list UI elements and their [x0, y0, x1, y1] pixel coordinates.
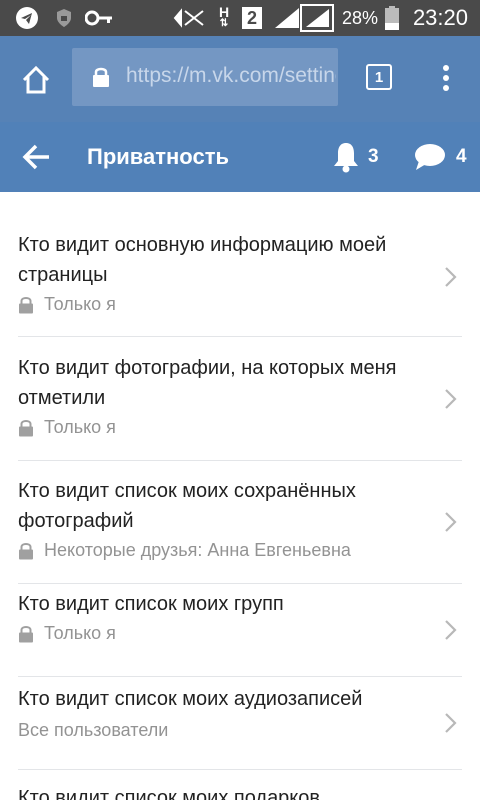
list-item[interactable]: Кто видит фотографии, на которых меня от…	[0, 337, 480, 460]
setting-title: Кто видит список моих сохранённых фотогр…	[18, 480, 356, 532]
telegram-icon	[14, 6, 40, 30]
chat-bubble-icon	[415, 144, 445, 170]
clock-time: 23:20	[412, 5, 468, 30]
setting-value-text: Все пользователи	[18, 720, 169, 740]
setting-title: Кто видит список моих аудиозаписей	[18, 688, 363, 710]
lock-icon	[92, 66, 110, 93]
setting-title: Кто видит фотографии, на которых меня от…	[18, 357, 397, 409]
chevron-right-icon	[445, 713, 457, 733]
signal-icon	[272, 6, 302, 30]
battery-percent: 28%	[342, 8, 379, 28]
chevron-right-icon	[445, 389, 457, 409]
messages-button[interactable]: 4	[414, 140, 467, 174]
list-item[interactable]: Кто видит список моих групп Только я	[0, 583, 480, 676]
menu-dots-icon[interactable]	[436, 62, 456, 96]
signal-icon	[300, 4, 334, 32]
list-item[interactable]: Кто видит список моих сохранённых фотогр…	[0, 460, 480, 583]
lock-icon	[18, 625, 34, 643]
browser-toolbar: https://m.vk.com/settings 1	[0, 36, 480, 122]
chevron-right-icon	[445, 620, 457, 640]
back-button[interactable]	[20, 140, 54, 174]
setting-value-text: Только я	[44, 294, 116, 314]
setting-value: Некоторые друзья: Анна Евгеньевна	[18, 540, 351, 561]
list-item[interactable]: Кто видит основную информацию моей стран…	[0, 192, 480, 337]
messages-count: 4	[456, 146, 467, 167]
vk-header: Приватность 3 4	[0, 122, 480, 192]
setting-value-text: Некоторые друзья: Анна Евгеньевна	[44, 540, 351, 560]
sim-number: 2	[242, 7, 262, 29]
list-item[interactable]: Кто видит список моих аудиозаписей Все п…	[0, 676, 480, 769]
url-text: https://m.vk.com/settings	[126, 64, 336, 87]
setting-title: Кто видит список моих подарков	[18, 787, 321, 800]
home-icon	[22, 65, 50, 94]
network-h-icon: H ⇅	[218, 4, 230, 29]
battery-icon	[384, 6, 400, 30]
key-icon	[84, 6, 114, 30]
setting-title: Кто видит основную информацию моей стран…	[18, 234, 387, 286]
page-title: Приватность	[87, 144, 229, 169]
chevron-right-icon	[445, 512, 457, 532]
setting-value: Только я	[18, 623, 116, 644]
sim-2-icon: 2	[240, 6, 264, 30]
lock-icon	[18, 419, 34, 437]
status-bar: H ⇅ 2 28% 23:20	[0, 0, 480, 36]
url-bar[interactable]: https://m.vk.com/settings	[72, 48, 338, 106]
back-arrow-icon	[22, 144, 49, 170]
setting-title: Кто видит список моих групп	[18, 593, 284, 615]
bell-icon	[334, 143, 358, 173]
home-button[interactable]	[16, 60, 56, 100]
setting-value: Только я	[18, 294, 116, 315]
notifications-count: 3	[368, 146, 379, 167]
lock-icon	[18, 542, 34, 560]
notifications-button[interactable]: 3	[332, 140, 379, 174]
setting-value: Все пользователи	[18, 720, 168, 741]
setting-value-text: Только я	[44, 417, 116, 437]
lock-icon	[18, 296, 34, 314]
chevron-right-icon	[445, 267, 457, 287]
tab-switcher-button[interactable]: 1	[366, 64, 392, 90]
privacy-settings-list: Кто видит основную информацию моей стран…	[0, 192, 480, 800]
setting-value: Только я	[18, 417, 116, 438]
shield-icon	[54, 6, 74, 30]
list-item[interactable]: Кто видит список моих подарков	[0, 769, 480, 800]
mute-icon	[172, 6, 206, 30]
network-letter: H	[218, 4, 230, 20]
setting-value-text: Только я	[44, 623, 116, 643]
